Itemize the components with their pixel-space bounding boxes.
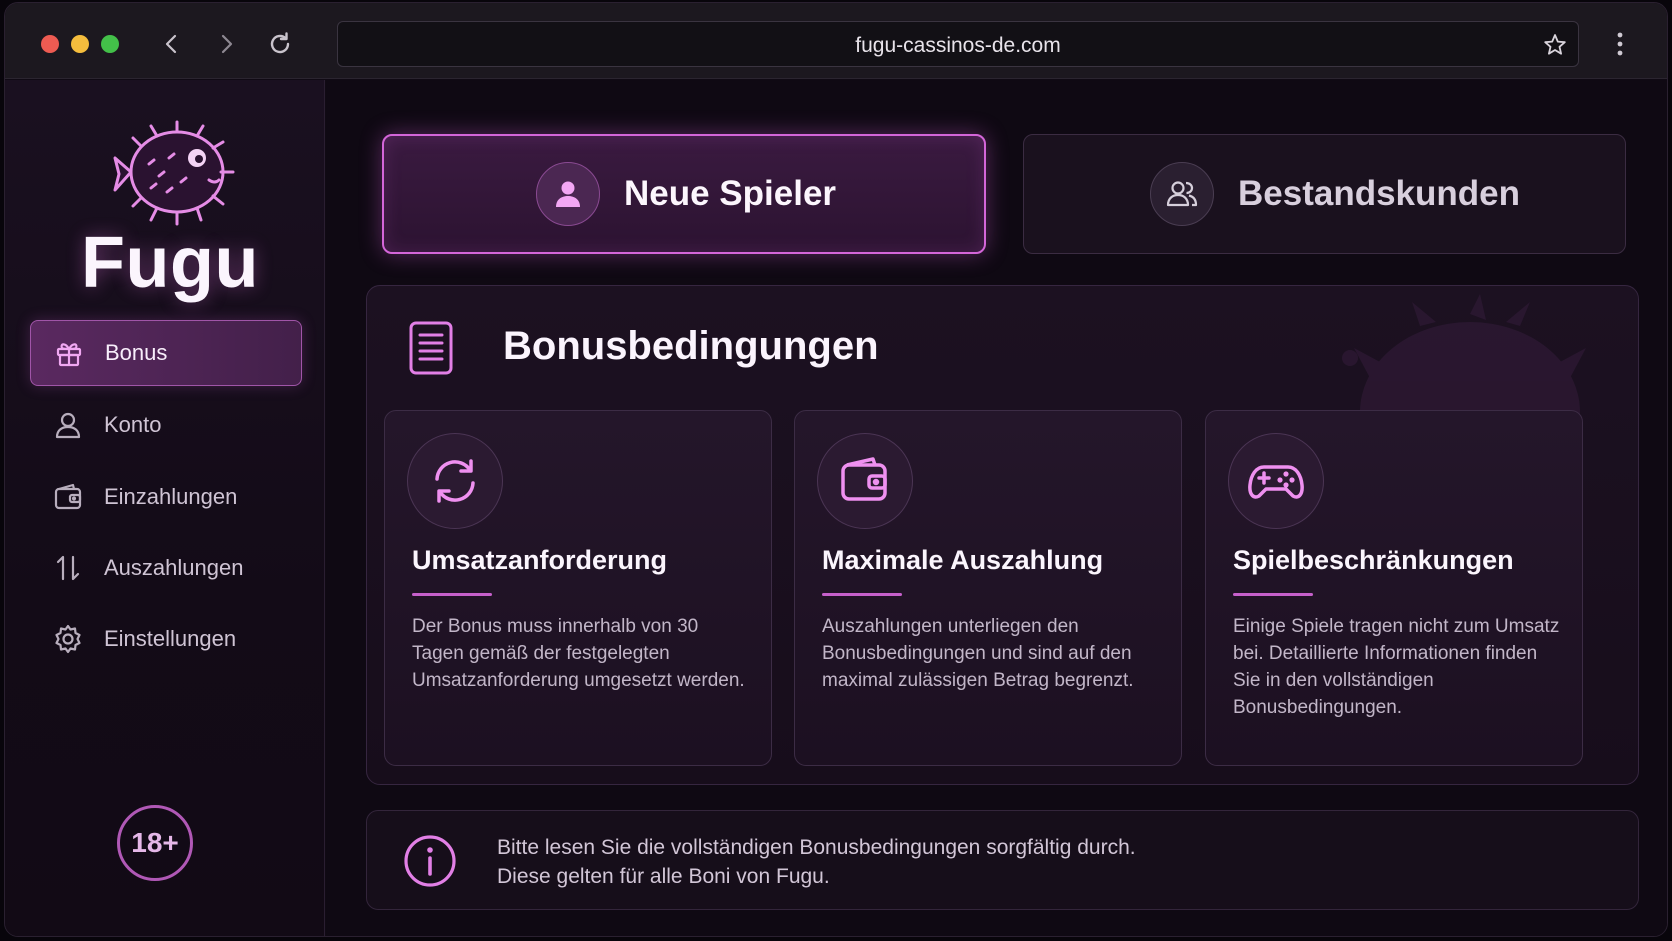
tab-label: Bestandskunden (1238, 174, 1520, 213)
browser-window: fugu-cassinos-de.com Fugu Bonus Konto Ei… (4, 2, 1668, 937)
info-notice: Bitte lesen Sie die vollständigen Bonusb… (366, 810, 1639, 910)
forward-icon (221, 34, 233, 54)
transfer-icon (52, 552, 84, 584)
wallet-icon (817, 433, 913, 529)
gamepad-icon (1228, 433, 1324, 529)
sidebar: Fugu Bonus Konto Einzahlungen Auszahlung… (5, 80, 325, 936)
card-description: Auszahlungen unterliegen den Bonusbeding… (822, 616, 1134, 691)
refresh-icon (407, 433, 503, 529)
browser-toolbar: fugu-cassinos-de.com (5, 3, 1667, 79)
sidebar-item-einstellungen[interactable]: Einstellungen (30, 606, 302, 672)
more-vertical-icon (1617, 32, 1623, 56)
sidebar-item-auszahlungen[interactable]: Auszahlungen (30, 535, 302, 601)
card-title: Umsatzanforderung (412, 545, 668, 575)
reload-button[interactable] (265, 29, 295, 59)
main-content: Neue Spieler Bestandskunden Bonusbedingu… (326, 80, 1667, 936)
card-description: Einige Spiele tragen nicht zum Umsatz be… (1233, 616, 1560, 718)
info-icon (404, 835, 456, 887)
card-title: Maximale Auszahlung (822, 545, 1104, 575)
bonus-conditions-panel: Bonusbedingungen Umsatzanforderung Der B… (366, 285, 1639, 785)
minimize-window-button[interactable] (71, 35, 89, 53)
users-icon (1150, 162, 1214, 226)
sidebar-item-label: Auszahlungen (104, 555, 244, 580)
card-divider (412, 593, 492, 596)
sidebar-item-label: Einstellungen (104, 626, 237, 651)
condition-card: Maximale Auszahlung Auszahlungen unterli… (794, 410, 1182, 766)
panel-title: Bonusbedingungen (503, 324, 879, 368)
card-title: Spielbeschränkungen (1233, 545, 1514, 575)
browser-menu-button[interactable] (1605, 29, 1635, 59)
condition-card: Umsatzanforderung Der Bonus muss innerha… (384, 410, 772, 766)
sidebar-item-konto[interactable]: Konto (30, 392, 302, 458)
notice-text: Bitte lesen Sie die vollständigen Bonusb… (497, 833, 1136, 891)
reload-icon (270, 32, 290, 54)
brand-name: Fugu (81, 223, 259, 303)
back-button[interactable] (157, 29, 187, 59)
sidebar-item-einzahlungen[interactable]: Einzahlungen (30, 464, 302, 530)
star-icon[interactable] (1542, 32, 1568, 58)
wallet-icon (52, 481, 84, 513)
maximize-window-button[interactable] (101, 35, 119, 53)
notice-line-2: Diese gelten für alle Boni von Fugu. (497, 865, 830, 888)
sidebar-item-label: Bonus (105, 340, 168, 365)
document-icon (409, 321, 453, 375)
close-window-button[interactable] (41, 35, 59, 53)
card-divider (1233, 593, 1313, 596)
notice-line-1: Bitte lesen Sie die vollständigen Bonusb… (497, 836, 1136, 859)
tab-label: Neue Spieler (624, 174, 837, 213)
user-icon (52, 409, 84, 441)
pufferfish-logo-icon (113, 120, 235, 226)
card-description: Der Bonus muss innerhalb von 30 Tagen ge… (412, 616, 745, 691)
tab-neue-spieler[interactable]: Neue Spieler (382, 134, 986, 254)
sidebar-item-bonus[interactable]: Bonus (30, 320, 302, 386)
forward-button[interactable] (211, 29, 241, 59)
url-text: fugu-cassinos-de.com (855, 34, 1061, 57)
tab-bestandskunden[interactable]: Bestandskunden (1023, 134, 1626, 254)
address-bar[interactable]: fugu-cassinos-de.com (337, 21, 1579, 67)
user-icon (536, 162, 600, 226)
gift-icon (53, 337, 85, 369)
gear-icon (52, 623, 84, 655)
condition-card: Spielbeschränkungen Einige Spiele tragen… (1205, 410, 1583, 766)
age-restriction-badge: 18+ (117, 805, 193, 881)
back-icon (165, 34, 177, 54)
sidebar-item-label: Konto (104, 412, 162, 437)
card-divider (822, 593, 902, 596)
sidebar-item-label: Einzahlungen (104, 484, 238, 509)
